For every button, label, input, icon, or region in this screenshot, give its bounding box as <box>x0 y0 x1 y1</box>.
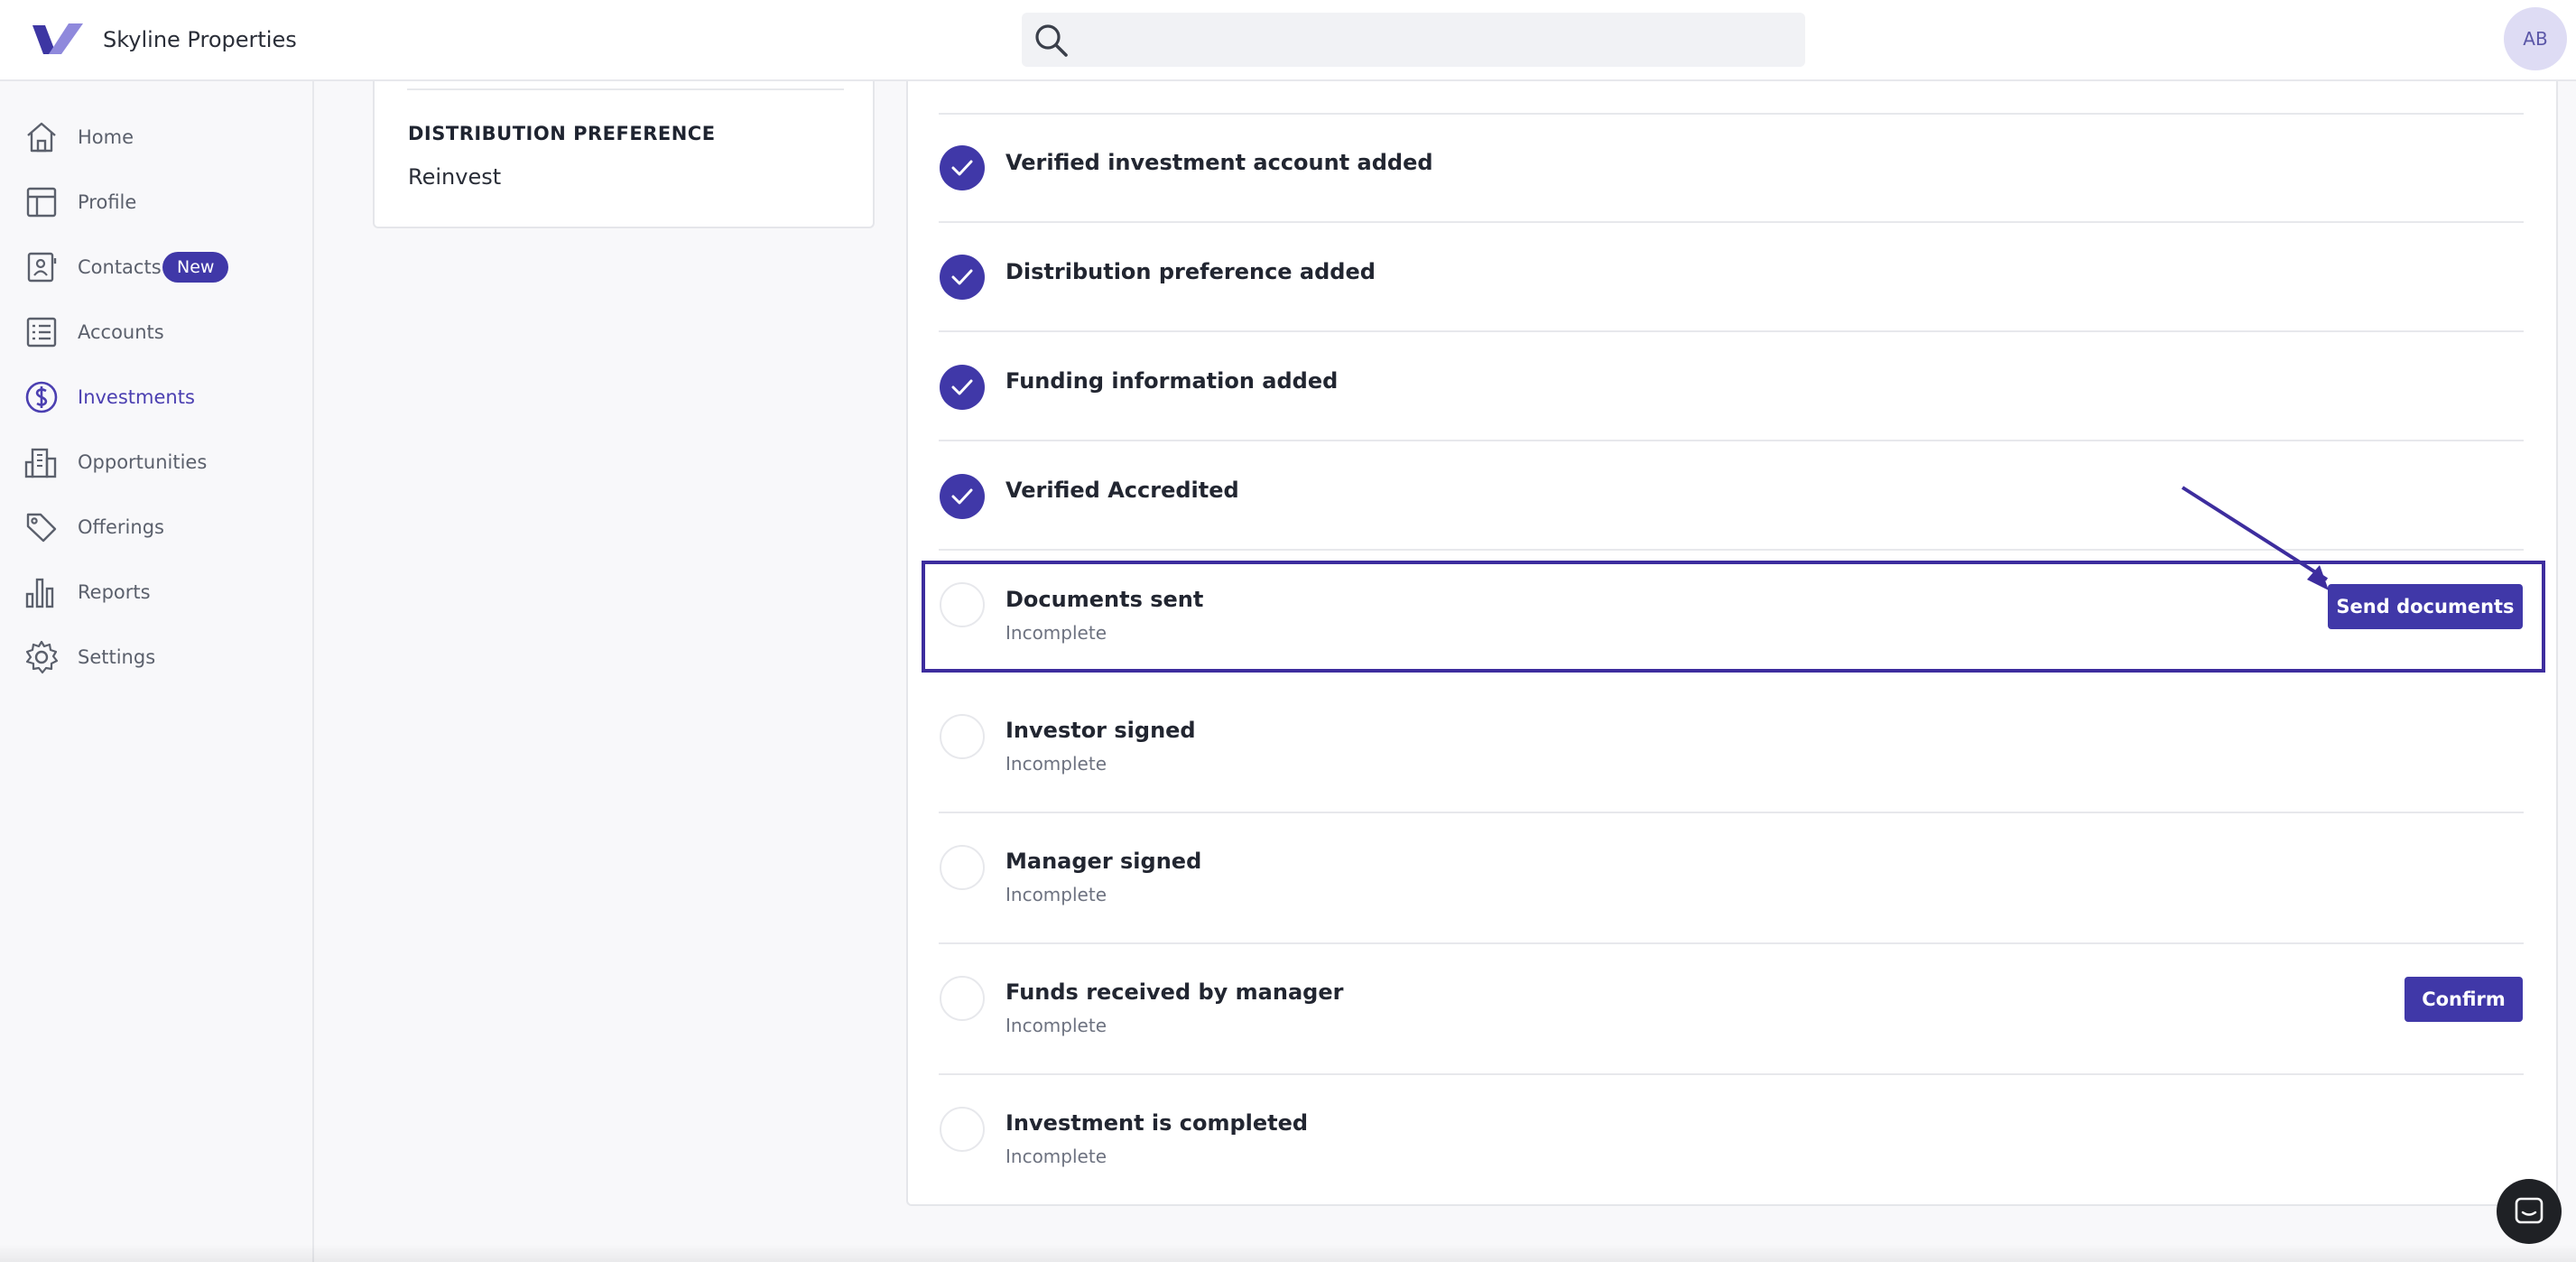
step-incomplete-circle <box>940 582 985 627</box>
sidebar-item-opportunities[interactable]: Opportunities <box>0 437 312 487</box>
sidebar-item-home[interactable]: Home <box>0 112 312 162</box>
sidebar-item-label: Investments <box>78 386 195 408</box>
step-status: Incomplete <box>1005 1015 1107 1036</box>
step-incomplete-circle <box>940 845 985 890</box>
step-complete-circle <box>940 145 985 190</box>
step-incomplete-circle <box>940 714 985 759</box>
chat-launcher-button[interactable] <box>2497 1179 2562 1244</box>
row-divider <box>939 812 2524 813</box>
company-name: Skyline Properties <box>103 27 297 52</box>
home-icon <box>27 122 56 153</box>
user-avatar[interactable]: AB <box>2504 7 2567 70</box>
search-input[interactable] <box>1083 16 1787 63</box>
sidebar-item-offerings[interactable]: Offerings <box>0 502 312 552</box>
row-divider <box>939 221 2524 223</box>
distribution-title: DISTRIBUTION PREFERENCE <box>408 123 716 144</box>
step-complete-circle <box>940 474 985 519</box>
bottom-shadow <box>0 1244 2576 1262</box>
step-complete-circle <box>940 255 985 300</box>
step-title: Investor signed <box>1005 718 1196 743</box>
new-badge: New <box>162 252 229 283</box>
dollar-icon <box>25 381 58 413</box>
profile-icon <box>26 187 57 218</box>
sidebar-item-label: Contacts <box>78 256 162 278</box>
sidebar-item-accounts[interactable]: Accounts <box>0 307 312 357</box>
row-divider <box>939 113 2524 115</box>
gear-icon <box>25 640 59 674</box>
contacts-icon <box>27 252 57 283</box>
step-status: Incomplete <box>1005 622 1107 644</box>
bar-chart-icon <box>25 578 54 608</box>
sidebar-item-label: Profile <box>78 191 137 213</box>
check-icon <box>951 160 973 176</box>
sidebar-item-label: Offerings <box>78 516 164 538</box>
top-header: Skyline Properties AB <box>0 0 2576 81</box>
step-title: Funds received by manager <box>1005 979 1344 1005</box>
check-icon <box>951 379 973 395</box>
building-icon <box>24 448 57 478</box>
pointer-arrow-icon <box>2181 486 2329 590</box>
check-icon <box>951 488 973 505</box>
distribution-card: DISTRIBUTION PREFERENCE Reinvest <box>373 81 875 228</box>
sidebar-item-reports[interactable]: Reports <box>0 567 312 617</box>
send-documents-button[interactable]: Send documents <box>2328 584 2523 629</box>
row-divider <box>939 1073 2524 1075</box>
step-title: Manager signed <box>1005 849 1202 874</box>
tag-icon <box>26 513 57 543</box>
step-incomplete-circle <box>940 1107 985 1152</box>
chat-icon <box>2515 1197 2544 1224</box>
row-divider <box>939 440 2524 441</box>
step-complete-circle <box>940 365 985 410</box>
step-status: Incomplete <box>1005 753 1107 775</box>
step-title: Verified investment account added <box>1005 150 1433 175</box>
row-divider <box>939 942 2524 944</box>
confirm-button[interactable]: Confirm <box>2405 977 2523 1022</box>
sidebar-item-investments[interactable]: Investments <box>0 372 312 422</box>
sidebar-item-label: Home <box>78 126 134 148</box>
step-title: Funding information added <box>1005 368 1339 394</box>
sidebar-item-contacts[interactable]: Contacts New <box>0 242 312 292</box>
sidebar-item-profile[interactable]: Profile <box>0 177 312 227</box>
step-title: Documents sent <box>1005 587 1204 612</box>
distribution-value: Reinvest <box>408 164 502 190</box>
step-status: Incomplete <box>1005 1146 1107 1167</box>
sidebar-item-settings[interactable]: Settings <box>0 632 312 682</box>
sidebar-item-label: Opportunities <box>78 451 208 473</box>
check-icon <box>951 269 973 285</box>
sidebar-item-label: Reports <box>78 581 151 603</box>
accounts-icon <box>26 317 57 348</box>
company-logo[interactable] <box>32 22 83 56</box>
step-title: Verified Accredited <box>1005 478 1239 503</box>
row-divider <box>939 330 2524 332</box>
sidebar-item-label: Accounts <box>78 321 164 343</box>
card-divider <box>407 88 844 90</box>
step-status: Incomplete <box>1005 884 1107 905</box>
step-title: Distribution preference added <box>1005 259 1376 284</box>
sidebar-item-label: Settings <box>78 646 156 668</box>
step-incomplete-circle <box>940 976 985 1021</box>
step-title: Investment is completed <box>1005 1110 1309 1136</box>
search-icon <box>1035 24 1068 57</box>
